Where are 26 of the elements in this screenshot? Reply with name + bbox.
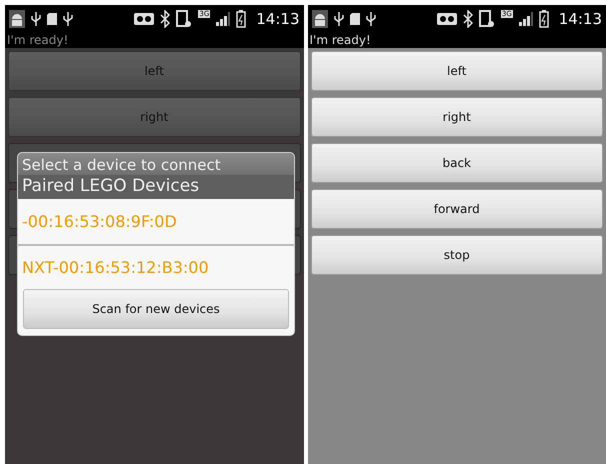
status-time: 14:13: [558, 8, 602, 30]
status-message: I'm ready!: [308, 33, 606, 48]
command-button[interactable]: stop: [310, 235, 603, 275]
sd-card-icon: [350, 13, 360, 25]
signal-icon: [216, 12, 230, 26]
command-button[interactable]: back: [310, 143, 603, 183]
usb-icon: [366, 11, 376, 27]
signal-icon: [518, 12, 533, 26]
section-header: Paired LEGO Devices: [18, 175, 294, 199]
command-button[interactable]: forward: [310, 189, 603, 229]
voicemail-icon: [436, 13, 457, 25]
dialog-title: Select a device to connect: [18, 153, 294, 175]
command-button[interactable]: left: [310, 51, 603, 91]
command-button[interactable]: right: [310, 97, 603, 137]
voicemail-icon: [134, 13, 154, 25]
status-message: I'm ready!: [5, 33, 304, 48]
usb-icon: [63, 11, 73, 27]
usb-icon: [31, 11, 41, 27]
battery-icon: [538, 10, 549, 28]
bluetooth-icon: [160, 10, 170, 28]
sd-card-icon: [47, 13, 57, 25]
battery-icon: [236, 10, 246, 28]
scan-button[interactable]: Scan for new devices: [23, 289, 289, 329]
status-time: 14:13: [256, 8, 300, 30]
bluetooth-icon: [462, 10, 473, 28]
usb-icon: [334, 11, 344, 27]
